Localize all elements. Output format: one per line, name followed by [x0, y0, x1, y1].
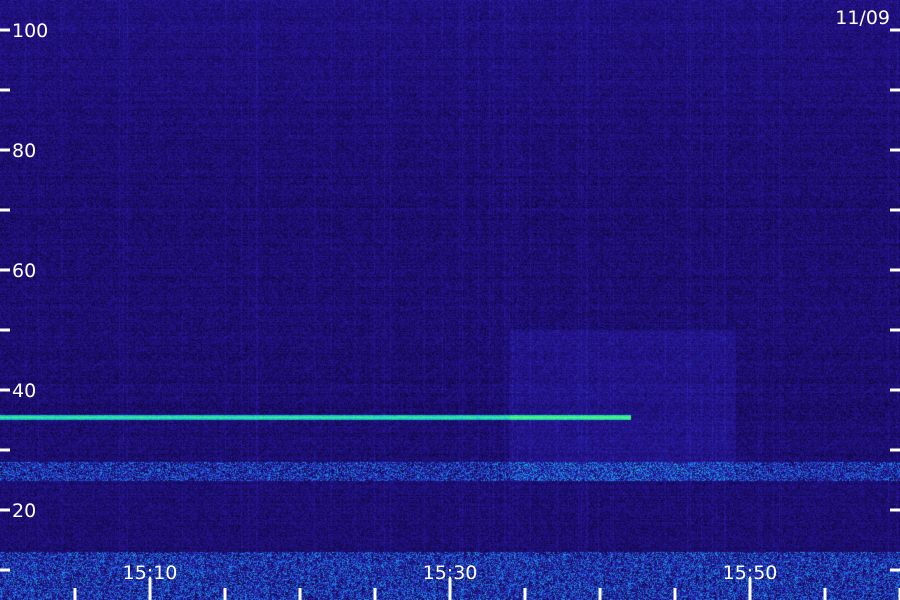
date-label: 11/09	[835, 7, 890, 29]
y-tick-label: 20	[12, 500, 36, 522]
x-tick-label: 15:30	[423, 562, 478, 584]
x-tick-label: 15:10	[123, 562, 178, 584]
x-tick-label: 15:50	[723, 562, 778, 584]
axes-overlay: 100 80 60 40 20 15:10 15:30 15:50 11/09	[0, 7, 900, 600]
y-tick-label: 80	[12, 140, 36, 162]
y-tick-label: 100	[12, 20, 48, 42]
y-axis: 100 80 60 40 20	[0, 20, 900, 572]
y-tick-label: 60	[12, 260, 36, 282]
y-tick-label: 40	[12, 380, 36, 402]
x-axis: 15:10 15:30 15:50	[73, 562, 900, 600]
